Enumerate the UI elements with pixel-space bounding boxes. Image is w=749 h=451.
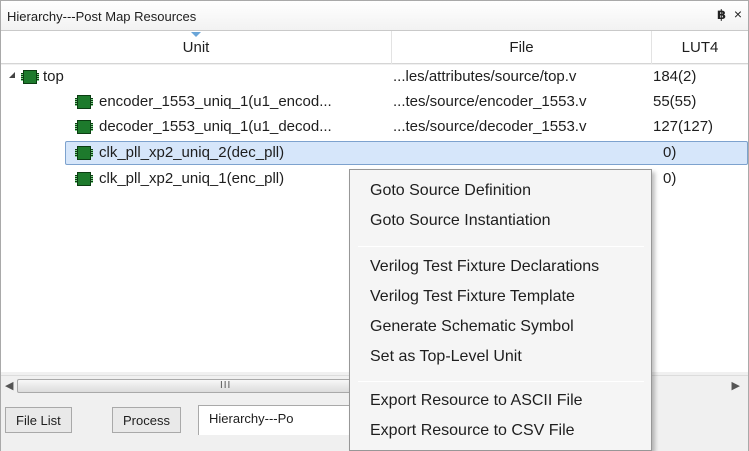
restore-icon[interactable]: ฿ (717, 7, 726, 23)
tab-process[interactable]: Process (112, 407, 181, 433)
column-header-unit-label: Unit (182, 39, 210, 56)
tree-row-file: ...tes/source/decoder_1553.v (393, 118, 587, 135)
module-chip-icon (75, 146, 93, 160)
tree-row-file: ...tes/source/encoder_1553.v (393, 93, 587, 110)
menu-item-goto-source-definition[interactable]: Goto Source Definition (370, 182, 531, 210)
tree-row-file: ...les/attributes/source/top.v (393, 68, 577, 85)
column-header: Unit File LUT4 (1, 31, 748, 64)
menu-separator (358, 381, 644, 382)
module-chip-icon (75, 120, 93, 134)
column-header-unit[interactable]: Unit (1, 31, 392, 64)
tree-row-lut4: 0) (663, 170, 677, 187)
tab-hierarchy[interactable]: Hierarchy---Po (198, 405, 358, 435)
expand-arrow-icon[interactable] (9, 72, 15, 78)
menu-item-generate-schematic-symbol[interactable]: Generate Schematic Symbol (370, 318, 574, 346)
module-chip-icon (21, 70, 39, 84)
tree-row-lut4: 184(2) (653, 68, 697, 85)
menu-item-export-resource-ascii[interactable]: Export Resource to ASCII File (370, 392, 583, 420)
tree-row-unit: top (43, 68, 64, 85)
tree-row-unit: clk_pll_xp2_uniq_2(dec_pll) (99, 144, 285, 161)
panel-title: Hierarchy---Post Map Resources (7, 9, 197, 24)
module-chip-icon (75, 95, 93, 109)
module-chip-icon (75, 172, 93, 186)
column-header-file-label: File (509, 39, 534, 56)
tree-row-top[interactable]: top ...les/attributes/source/top.v 184(2… (1, 65, 748, 90)
menu-separator (358, 246, 644, 247)
close-icon[interactable]: × (734, 6, 742, 22)
tree-row-lut4: 0) (663, 144, 677, 161)
menu-item-verilog-test-fixture-declarations[interactable]: Verilog Test Fixture Declarations (370, 258, 599, 286)
menu-item-export-resource-csv[interactable]: Export Resource to CSV File (370, 422, 575, 450)
column-header-lut4[interactable]: LUT4 (652, 31, 748, 64)
column-header-lut4-label: LUT4 (681, 39, 719, 56)
tree-row-clk-pll-dec[interactable]: clk_pll_xp2_uniq_2(dec_pll) 0) (1, 141, 748, 166)
scrollbar-grip: III (220, 380, 232, 391)
scroll-right-icon[interactable]: ▶ (732, 379, 740, 392)
menu-item-goto-source-instantiation[interactable]: Goto Source Instantiation (370, 212, 551, 240)
tab-file-list[interactable]: File List (5, 407, 72, 433)
scroll-left-icon[interactable]: ◀ (5, 379, 13, 392)
tree-row-encoder[interactable]: encoder_1553_uniq_1(u1_encod... ...tes/s… (1, 90, 748, 115)
panel-titlebar: Hierarchy---Post Map Resources ฿ × (1, 1, 748, 31)
tree-row-unit: decoder_1553_uniq_1(u1_decod... (99, 118, 332, 135)
tree-row-lut4: 55(55) (653, 93, 697, 110)
tree-row-lut4: 127(127) (653, 118, 714, 135)
tree-row-unit: encoder_1553_uniq_1(u1_encod... (99, 93, 332, 110)
sort-indicator-icon (191, 32, 201, 37)
tree-row-decoder[interactable]: decoder_1553_uniq_1(u1_decod... ...tes/s… (1, 115, 748, 140)
context-menu: Goto Source Definition Goto Source Insta… (349, 169, 652, 451)
menu-item-set-as-top-level-unit[interactable]: Set as Top-Level Unit (370, 348, 522, 376)
menu-item-verilog-test-fixture-template[interactable]: Verilog Test Fixture Template (370, 288, 575, 316)
column-header-file[interactable]: File (392, 31, 652, 64)
